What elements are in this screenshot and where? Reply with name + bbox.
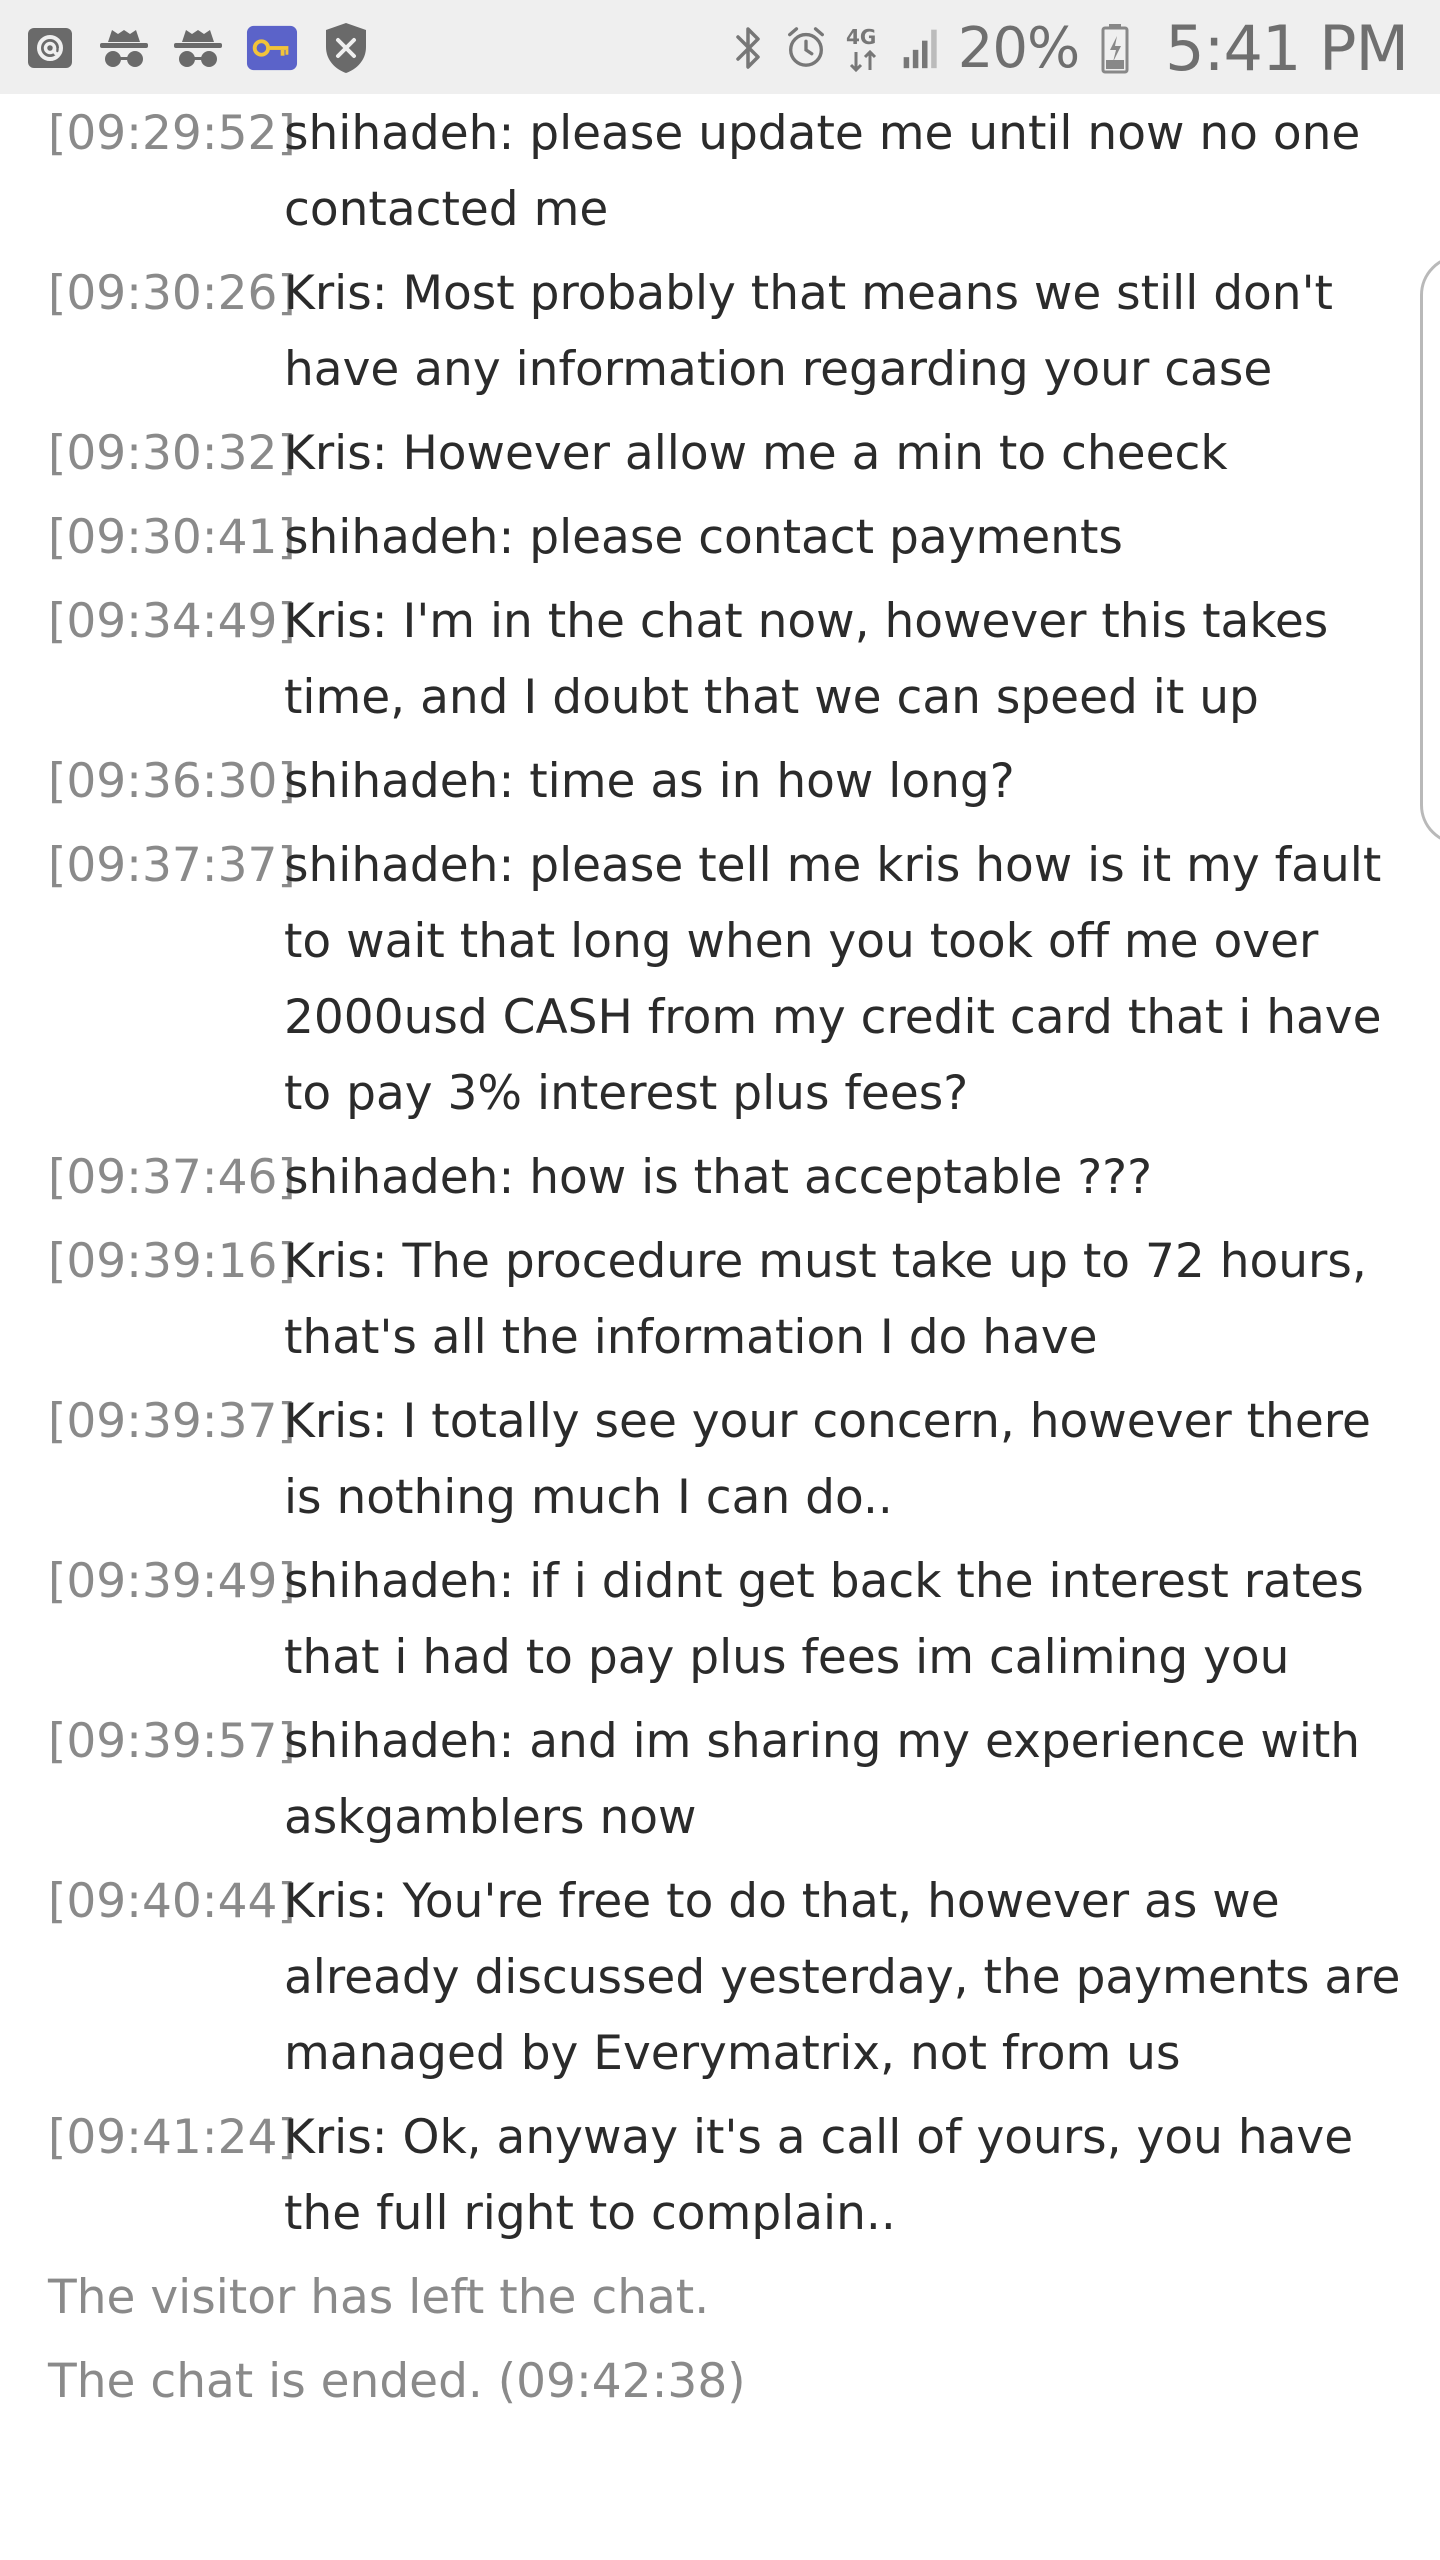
message-text: shihadeh: if i didnt get back the intere… (284, 1554, 1364, 1685)
message-timestamp: [09:39:16] (48, 1234, 296, 1289)
message-timestamp: [09:30:41] (48, 510, 296, 565)
message-text: shihadeh: time as in how long? (284, 754, 1015, 809)
chat-message: [09:39:37] Kris: I totally see your conc… (0, 1384, 1440, 1536)
message-timestamp: [09:30:32] (48, 426, 296, 481)
message-text: Kris: However allow me a min to cheeck (284, 426, 1228, 481)
chat-message: [09:29:52] shihadeh: please update me un… (0, 96, 1440, 248)
chat-transcript: [09:29:52] shihadeh: please update me un… (0, 96, 1440, 2428)
bluetooth-icon (726, 22, 770, 74)
network-4g-icon: 4G (842, 22, 886, 74)
message-text: Kris: Most probably that means we still … (284, 266, 1333, 397)
battery-percentage: 20% (957, 15, 1080, 81)
chat-message: [09:39:16] Kris: The procedure must take… (0, 1224, 1440, 1376)
clock: 5:41 PM (1165, 11, 1409, 85)
svg-text:4G: 4G (846, 25, 876, 49)
message-timestamp: [09:39:37] (48, 1394, 296, 1449)
chat-message: [09:30:26] Kris: Most probably that mean… (0, 256, 1440, 408)
message-text: Kris: The procedure must take up to 72 h… (284, 1234, 1367, 1365)
chat-message: [09:37:37] shihadeh: please tell me kris… (0, 828, 1440, 1132)
message-timestamp: [09:36:30] (48, 754, 296, 809)
message-text: shihadeh: please update me until now no … (284, 106, 1361, 237)
chat-message: [09:37:46] shihadeh: how is that accepta… (0, 1140, 1440, 1216)
incognito-icon (172, 22, 224, 74)
message-timestamp: [09:34:49] (48, 594, 296, 649)
chat-message: [09:39:49] shihadeh: if i didnt get back… (0, 1544, 1440, 1696)
alarm-icon (784, 22, 828, 74)
message-text: Kris: I'm in the chat now, however this … (284, 594, 1329, 725)
message-timestamp: [09:39:49] (48, 1554, 296, 1609)
message-timestamp: [09:39:57] (48, 1714, 296, 1769)
message-text: shihadeh: and im sharing my experience w… (284, 1714, 1361, 1845)
system-status-icons: 4G 20% 5:41 PM (726, 10, 1409, 86)
message-text: Kris: I totally see your concern, howeve… (284, 1394, 1371, 1525)
message-text: Kris: You're free to do that, however as… (284, 1874, 1401, 2081)
message-timestamp: [09:29:52] (48, 106, 296, 161)
shield-close-icon (320, 22, 372, 74)
message-text: shihadeh: please contact payments (284, 510, 1123, 565)
edge-panel-handle[interactable] (1420, 255, 1440, 845)
battery-icon (1093, 22, 1137, 74)
system-message-visitor-left: The visitor has left the chat. (48, 2270, 710, 2325)
chat-message: [09:36:30] shihadeh: time as in how long… (0, 744, 1440, 820)
signal-icon (900, 22, 944, 74)
message-timestamp: [09:40:44] (48, 1874, 296, 1929)
chat-message: [09:30:32] Kris: However allow me a min … (0, 416, 1440, 492)
chat-message: [09:40:44] Kris: You're free to do that,… (0, 1864, 1440, 2092)
status-bar: 4G 20% 5:41 PM (0, 0, 1440, 94)
message-timestamp: [09:37:46] (48, 1150, 296, 1205)
chat-message: [09:39:57] shihadeh: and im sharing my e… (0, 1704, 1440, 1856)
message-timestamp: [09:30:26] (48, 266, 296, 321)
at-sign-icon (24, 22, 76, 74)
incognito-icon (98, 22, 150, 74)
chat-message: [09:30:41] shihadeh: please contact paym… (0, 500, 1440, 576)
chat-message: [09:34:49] Kris: I'm in the chat now, ho… (0, 584, 1440, 736)
system-message-chat-ended: The chat is ended. (09:42:38) (48, 2354, 746, 2409)
key-icon (246, 22, 298, 74)
message-timestamp: [09:37:37] (48, 838, 296, 893)
message-text: shihadeh: how is that acceptable ??? (284, 1150, 1153, 1205)
chat-message: [09:41:24] Kris: Ok, anyway it's a call … (0, 2100, 1440, 2252)
notification-icons (24, 20, 372, 76)
message-timestamp: [09:41:24] (48, 2110, 296, 2165)
message-text: shihadeh: please tell me kris how is it … (284, 838, 1382, 1121)
message-text: Kris: Ok, anyway it's a call of yours, y… (284, 2110, 1354, 2241)
